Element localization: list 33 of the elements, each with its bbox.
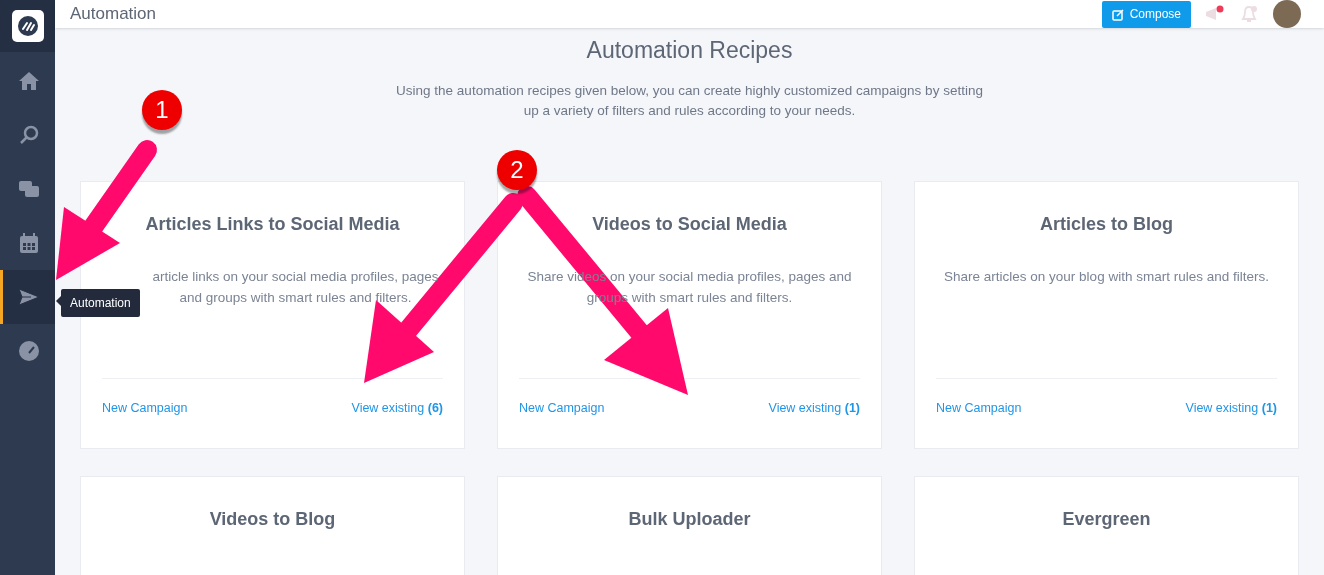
new-campaign-link[interactable]: New Campaign [936,398,1022,418]
home-icon [18,71,40,91]
recipe-title: Videos to Social Media [591,212,788,236]
tooltip: Automation [61,289,140,317]
recipe-description: article links on your social media profiles, pages and groups with smart rules and filters. [151,267,440,307]
step-marker: 2 [497,150,537,190]
page-title: Automation Recipes [586,36,793,65]
megaphone-icon[interactable] [1205,5,1225,23]
send-icon [18,288,40,306]
intro-text: Using the automation recipes given below, you can create highly customized campaigns by setting up a variety of filters and rules according to your needs. [395,81,984,120]
recipe-description: Share articles on your blog with smart rules and filters. [943,267,1270,286]
search-icon [19,125,39,145]
recipe-title: Bulk Uploader [627,507,752,531]
view-existing-link[interactable]: View existing (1) [1185,398,1277,418]
new-campaign-link[interactable]: New Campaign [102,398,188,418]
calendar-icon [19,232,39,254]
logo-icon [11,10,44,42]
edit-icon [1111,7,1125,21]
avatar[interactable] [1273,0,1301,28]
recipe-title: Articles Links to Social Media [144,212,401,236]
tooltip-pointer-icon [56,296,61,306]
recipe-title: Evergreen [1061,507,1152,531]
new-campaign-link[interactable]: New Campaign [519,398,605,418]
step-marker: 1 [142,90,182,130]
sidebar-item[interactable] [0,270,55,324]
page-header-title: Automation [70,3,156,26]
compose-button[interactable]: Compose [1101,0,1191,28]
view-existing-link[interactable]: View existing (6) [351,398,443,418]
view-existing-link[interactable]: View existing (1) [768,398,860,418]
gauge-icon [18,340,40,362]
recipe-title: Articles to Blog [1039,212,1174,236]
recipe-title: Videos to Blog [208,507,337,531]
chat-icon [18,180,40,198]
